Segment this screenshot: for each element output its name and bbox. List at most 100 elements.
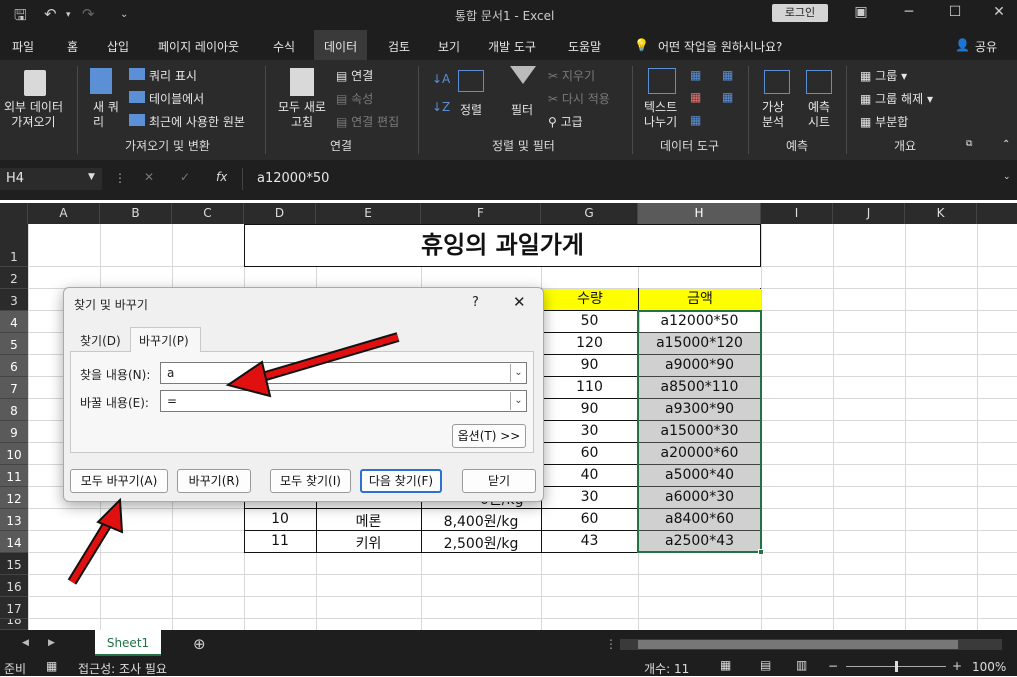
amount-cell[interactable]: a9000*90 <box>638 357 761 373</box>
tab-developer[interactable]: 개발 도구 <box>488 38 536 55</box>
customize-qat-icon[interactable]: ⌄ <box>120 9 128 20</box>
minimize-icon[interactable]: ─ <box>894 4 924 20</box>
tab-review[interactable]: 검토 <box>388 38 410 55</box>
row-header[interactable]: 2 <box>0 267 28 289</box>
refresh-all-button[interactable]: 모두 새로 고침 <box>278 100 326 130</box>
fruit-cell[interactable]: 키위 <box>316 533 421 553</box>
amount-cell[interactable]: a6000*30 <box>638 489 761 505</box>
row-header[interactable]: 6 <box>0 355 28 377</box>
price-cell[interactable]: 2,500원/kg <box>421 533 541 553</box>
undo-icon[interactable]: ↶ <box>44 5 57 23</box>
share-button[interactable]: 공유 <box>975 38 997 55</box>
help-button[interactable]: ? <box>472 295 479 310</box>
text-to-columns-button[interactable]: 텍스트 나누기 <box>644 100 677 130</box>
row-header[interactable]: 13 <box>0 509 28 531</box>
fill-handle[interactable] <box>758 549 764 555</box>
horizontal-scrollbar[interactable] <box>620 639 1002 650</box>
tell-me-input[interactable]: 어떤 작업을 원하시나요? <box>658 38 782 55</box>
tab-find[interactable]: 찾기(D) <box>80 332 121 349</box>
replace-button[interactable]: 바꾸기(R) <box>177 469 251 493</box>
connections-button[interactable]: ▤ 연결 <box>336 67 373 84</box>
page-layout-view-icon[interactable]: ▤ <box>760 658 771 672</box>
tab-formulas[interactable]: 수식 <box>273 38 295 55</box>
flash-fill-icon[interactable]: ▦ <box>690 68 701 82</box>
replace-input[interactable]: = <box>160 390 527 412</box>
save-icon[interactable]: 🖫 <box>14 5 27 30</box>
tab-split-handle[interactable]: ⋮ <box>605 637 617 651</box>
ribbon-display-icon[interactable]: ▣ <box>846 4 876 20</box>
edit-links-button[interactable]: ▤ 연결 편집 <box>336 113 399 130</box>
accessibility-status[interactable]: 접근성: 조사 필요 <box>78 660 167 677</box>
qty-cell[interactable]: 30 <box>541 423 638 439</box>
column-header-d[interactable]: D <box>244 203 316 224</box>
qty-cell[interactable]: 60 <box>541 511 638 527</box>
name-box[interactable]: H4 <box>0 168 102 190</box>
fruit-cell[interactable]: 메론 <box>316 511 421 531</box>
prev-sheet-icon[interactable]: ◀ <box>22 638 29 648</box>
next-sheet-icon[interactable]: ▶ <box>48 638 55 648</box>
column-header-f[interactable]: F <box>421 203 541 224</box>
column-header-e[interactable]: E <box>316 203 421 224</box>
row-header[interactable]: 5 <box>0 333 28 355</box>
row-header[interactable]: 10 <box>0 443 28 465</box>
row-header[interactable]: 11 <box>0 465 28 487</box>
consolidate-icon[interactable]: ▦ <box>722 68 733 82</box>
no-cell[interactable]: 10 <box>244 511 316 527</box>
tab-help[interactable]: 도움말 <box>568 38 601 55</box>
what-if-button[interactable]: 가상 분석 <box>762 100 784 130</box>
select-all-corner[interactable] <box>0 203 28 224</box>
replace-dropdown-icon[interactable]: ⌄ <box>510 392 526 410</box>
insert-function-icon[interactable]: fx <box>216 170 227 184</box>
row-header[interactable]: 4 <box>0 311 28 333</box>
normal-view-icon[interactable]: ▦ <box>720 658 731 672</box>
find-dropdown-icon[interactable]: ⌄ <box>510 364 526 382</box>
scrollbar-thumb[interactable] <box>638 640 958 649</box>
header-amount-cell[interactable]: 금액 <box>639 289 761 310</box>
find-next-button[interactable]: 다음 찾기(F) <box>360 469 442 493</box>
options-button[interactable]: 옵션(T) >> <box>452 424 526 448</box>
column-header-h[interactable]: H <box>638 203 761 224</box>
sort-button[interactable]: 정렬 <box>460 101 482 118</box>
row-header[interactable]: 17 <box>0 597 28 619</box>
qty-cell[interactable]: 60 <box>541 445 638 461</box>
column-header-b[interactable]: B <box>100 203 172 224</box>
row-header[interactable]: 9 <box>0 421 28 443</box>
login-button[interactable]: 로그인 <box>772 4 828 22</box>
row-header[interactable]: 16 <box>0 575 28 597</box>
reapply-button[interactable]: ✂ 다시 적용 <box>548 90 610 107</box>
group-button[interactable]: ▦ 그룹 ▾ <box>860 67 907 84</box>
tab-data[interactable]: 데이터 <box>314 30 368 60</box>
sheet-tab-sheet1[interactable]: Sheet1 <box>95 630 161 656</box>
add-sheet-icon[interactable]: ⊕ <box>193 635 206 653</box>
forecast-sheet-button[interactable]: 예측 시트 <box>808 100 830 130</box>
close-icon[interactable]: ✕ <box>984 4 1014 20</box>
tab-home[interactable]: 홈 <box>67 38 78 55</box>
amount-cell[interactable]: a8500*110 <box>638 379 761 395</box>
header-qty-cell[interactable]: 수량 <box>542 289 638 310</box>
zoom-in-icon[interactable]: + <box>952 659 962 673</box>
tab-file[interactable]: 파일 <box>12 38 34 55</box>
column-header-a[interactable]: A <box>28 203 100 224</box>
subtotal-button[interactable]: ▦ 부분합 <box>860 113 908 130</box>
maximize-icon[interactable]: ☐ <box>940 4 970 20</box>
zoom-out-icon[interactable]: − <box>828 659 838 673</box>
remove-duplicates-icon[interactable]: ▦ <box>690 90 701 104</box>
column-header-g[interactable]: G <box>541 203 638 224</box>
sheet-title-cell[interactable]: 휴잉의 과일가게 <box>244 224 761 267</box>
undo-dropdown-icon[interactable]: ▾ <box>66 10 71 20</box>
properties-button[interactable]: ▤ 속성 <box>336 90 373 107</box>
sort-za-icon[interactable]: ↓Z <box>432 100 450 114</box>
row-header[interactable]: 7 <box>0 377 28 399</box>
from-table-button[interactable]: 테이블에서 <box>149 90 204 107</box>
row-header[interactable]: 3 <box>0 289 28 311</box>
amount-cell[interactable]: a15000*30 <box>638 423 761 439</box>
qty-cell[interactable]: 40 <box>541 467 638 483</box>
row-header[interactable]: 15 <box>0 553 28 575</box>
amount-cell[interactable]: a8400*60 <box>638 511 761 527</box>
collapse-ribbon-icon[interactable]: ⌃ <box>1002 139 1010 150</box>
enter-icon[interactable]: ✓ <box>180 170 190 184</box>
cancel-icon[interactable]: ✕ <box>144 170 154 184</box>
qty-cell[interactable]: 50 <box>541 313 638 329</box>
close-button[interactable]: 닫기 <box>462 469 536 493</box>
amount-cell[interactable]: a20000*60 <box>638 445 761 461</box>
